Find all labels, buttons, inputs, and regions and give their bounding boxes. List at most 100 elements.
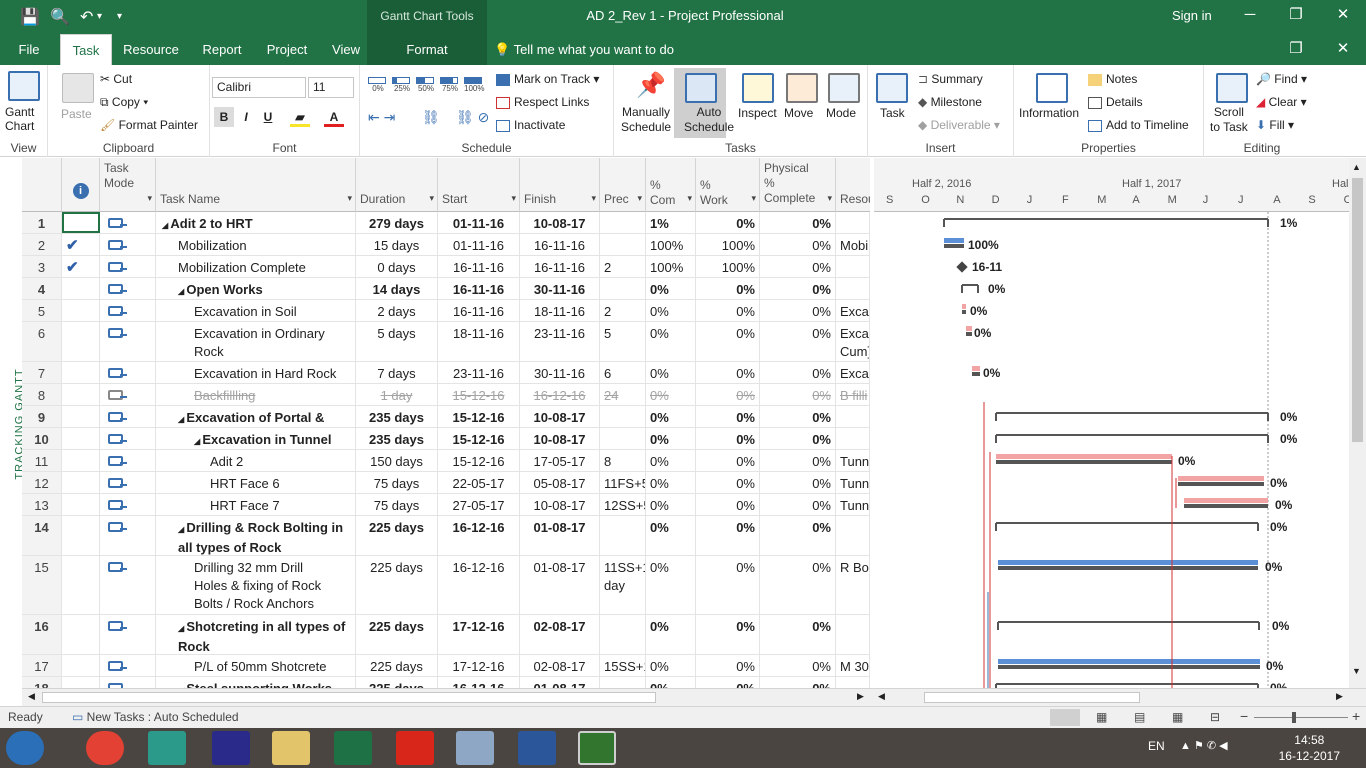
duration-cell[interactable]: 225 days xyxy=(356,655,438,676)
task-usage-shortcut-icon[interactable]: ▦ xyxy=(1096,710,1107,724)
finish-cell[interactable]: 02-08-17 xyxy=(520,615,600,654)
gantt-view-shortcut-icon[interactable] xyxy=(1050,709,1080,726)
tab-project[interactable]: Project xyxy=(260,34,314,65)
format-painter-button[interactable]: 🖌 Format Painter xyxy=(100,118,198,132)
finish-header[interactable]: Finish ▾ xyxy=(520,158,600,212)
resource-cell[interactable] xyxy=(836,406,870,427)
finish-cell[interactable]: 02-08-17 xyxy=(520,655,600,676)
duration-cell[interactable]: 225 days xyxy=(356,556,438,614)
task-mode-cell[interactable] xyxy=(100,472,156,493)
scroll-thumb[interactable] xyxy=(1352,178,1363,442)
start-cell[interactable]: 16-11-16 xyxy=(438,278,520,299)
team-planner-shortcut-icon[interactable]: ▤ xyxy=(1134,710,1145,724)
duration-cell[interactable]: 235 days xyxy=(356,406,438,427)
pct-complete-cell[interactable]: 0% xyxy=(646,300,696,321)
pct-complete-cell[interactable]: 0% xyxy=(646,615,696,654)
scroll-right-icon[interactable]: ▶ xyxy=(857,691,864,702)
duration-cell[interactable]: 225 days xyxy=(356,516,438,555)
finish-cell[interactable]: 10-08-17 xyxy=(520,212,600,233)
indicator-cell[interactable] xyxy=(62,450,100,471)
information-button[interactable]: Information xyxy=(1019,106,1079,120)
predecessors-cell[interactable]: 11SS+1 day xyxy=(600,556,646,614)
task-mode-cell[interactable] xyxy=(100,256,156,277)
predecessors-cell[interactable]: 15SS+1 xyxy=(600,655,646,676)
pct-work-cell[interactable]: 0% xyxy=(696,322,760,361)
task-name-cell[interactable]: Mobilization xyxy=(156,234,356,255)
insert-task-icon[interactable] xyxy=(876,73,908,103)
physical-complete-cell[interactable]: 0% xyxy=(760,556,836,614)
task-row[interactable]: 11 Adit 2 150 days 15-12-16 17-05-17 8 0% 0% 0% T… xyxy=(22,450,870,472)
resource-cell[interactable]: R Bolt xyxy=(836,556,870,614)
chrome-icon[interactable] xyxy=(86,731,124,765)
start-cell[interactable]: 16-12-16 xyxy=(438,516,520,555)
physical-complete-cell[interactable]: 0% xyxy=(760,655,836,676)
scroll-to-task-icon[interactable] xyxy=(1216,73,1248,103)
font-color-icon[interactable]: A xyxy=(324,107,344,127)
row-number[interactable]: 10 xyxy=(22,428,62,449)
task-name-cell[interactable]: Excavation in Hard Rock xyxy=(156,362,356,383)
pushpin-icon[interactable]: 📌 xyxy=(636,71,666,100)
undo-icon[interactable]: ↶ xyxy=(80,7,93,27)
resource-cell[interactable]: B filli xyxy=(836,384,870,405)
doc-close-button[interactable]: ✕ xyxy=(1320,34,1366,65)
physical-complete-header[interactable]: Physical % Complete ▾ xyxy=(760,158,836,212)
task-name-cell[interactable]: ◢ Excavation in Tunnel xyxy=(156,428,356,449)
indicator-cell[interactable] xyxy=(62,212,100,233)
resource-cell[interactable] xyxy=(836,278,870,299)
row-number[interactable]: 3 xyxy=(22,256,62,277)
pct-work-cell[interactable]: 0% xyxy=(696,278,760,299)
font-family-select[interactable]: Calibri xyxy=(212,77,306,98)
resource-cell[interactable] xyxy=(836,615,870,654)
task-row[interactable]: 5 Excavation in Soil 2 days 16-11-16 18-11-1… xyxy=(22,300,870,322)
resource-cell[interactable] xyxy=(836,256,870,277)
sign-in-link[interactable]: Sign in xyxy=(1172,0,1212,32)
task-mode-cell[interactable] xyxy=(100,300,156,321)
print-preview-icon[interactable]: 🔍 xyxy=(50,7,70,27)
row-number[interactable]: 17 xyxy=(22,655,62,676)
report-shortcut-icon[interactable]: ⊟ xyxy=(1210,710,1220,724)
task-name-cell[interactable]: Backfillling xyxy=(156,384,356,405)
pct-work-cell[interactable]: 0% xyxy=(696,212,760,233)
zoom-slider-thumb[interactable] xyxy=(1292,712,1296,723)
duration-cell[interactable]: 0 days xyxy=(356,256,438,277)
start-cell[interactable]: 27-05-17 xyxy=(438,494,520,515)
indicator-cell[interactable] xyxy=(62,406,100,427)
task-row[interactable]: 18 ◢ Steel supporting Works 225 days 16-12-… xyxy=(22,677,870,688)
horizontal-scrollbar[interactable]: ◀ ▶ ◀ ▶ xyxy=(22,688,1366,706)
clock[interactable]: 14:58 16-12-2017 xyxy=(1279,732,1340,764)
indicator-cell[interactable] xyxy=(62,472,100,493)
task-mode-cell[interactable] xyxy=(100,362,156,383)
grid-scroll-thumb[interactable] xyxy=(42,692,656,703)
scroll-to-task-button[interactable]: Scroll to Task xyxy=(1210,105,1248,135)
indicator-cell[interactable] xyxy=(62,655,100,676)
physical-complete-cell[interactable]: 0% xyxy=(760,384,836,405)
start-cell[interactable]: 22-05-17 xyxy=(438,472,520,493)
tab-report[interactable]: Report xyxy=(196,34,248,65)
task-name-cell[interactable]: Drilling 32 mm Drill Holes & fixing of Ro… xyxy=(156,556,356,614)
save-icon[interactable]: 💾 xyxy=(20,7,40,27)
indicator-cell[interactable] xyxy=(62,384,100,405)
physical-complete-cell[interactable]: 0% xyxy=(760,406,836,427)
new-tasks-mode[interactable]: ▭ New Tasks : Auto Scheduled xyxy=(72,710,239,724)
predecessors-cell[interactable]: 8 xyxy=(600,450,646,471)
pct-work-cell[interactable]: 0% xyxy=(696,300,760,321)
pct-work-cell[interactable]: 0% xyxy=(696,556,760,614)
find-button[interactable]: 🔎 Find ▾ xyxy=(1256,72,1307,86)
undo-dropdown-icon[interactable]: ▾ xyxy=(97,11,102,22)
file-explorer-icon[interactable] xyxy=(272,731,310,765)
paste-icon[interactable] xyxy=(62,73,94,103)
duration-cell[interactable]: 75 days xyxy=(356,472,438,493)
task-mode-cell[interactable] xyxy=(100,655,156,676)
cut-button[interactable]: ✂ Cut xyxy=(100,72,132,86)
row-number[interactable]: 18 xyxy=(22,677,62,688)
start-cell[interactable]: 01-11-16 xyxy=(438,234,520,255)
pct-work-cell[interactable]: 0% xyxy=(696,384,760,405)
duration-cell[interactable]: 235 days xyxy=(356,428,438,449)
pct-work-header[interactable]: % Work ▾ xyxy=(696,158,760,212)
resource-cell[interactable]: M 30 xyxy=(836,655,870,676)
details-button[interactable]: Details xyxy=(1088,95,1143,109)
mark-on-track-button[interactable]: Mark on Track ▾ xyxy=(496,72,599,86)
predecessors-cell[interactable] xyxy=(600,677,646,688)
task-row[interactable]: 15 Drilling 32 mm Drill Holes & fixing of … xyxy=(22,556,870,615)
pct-complete-cell[interactable]: 0% xyxy=(646,677,696,688)
